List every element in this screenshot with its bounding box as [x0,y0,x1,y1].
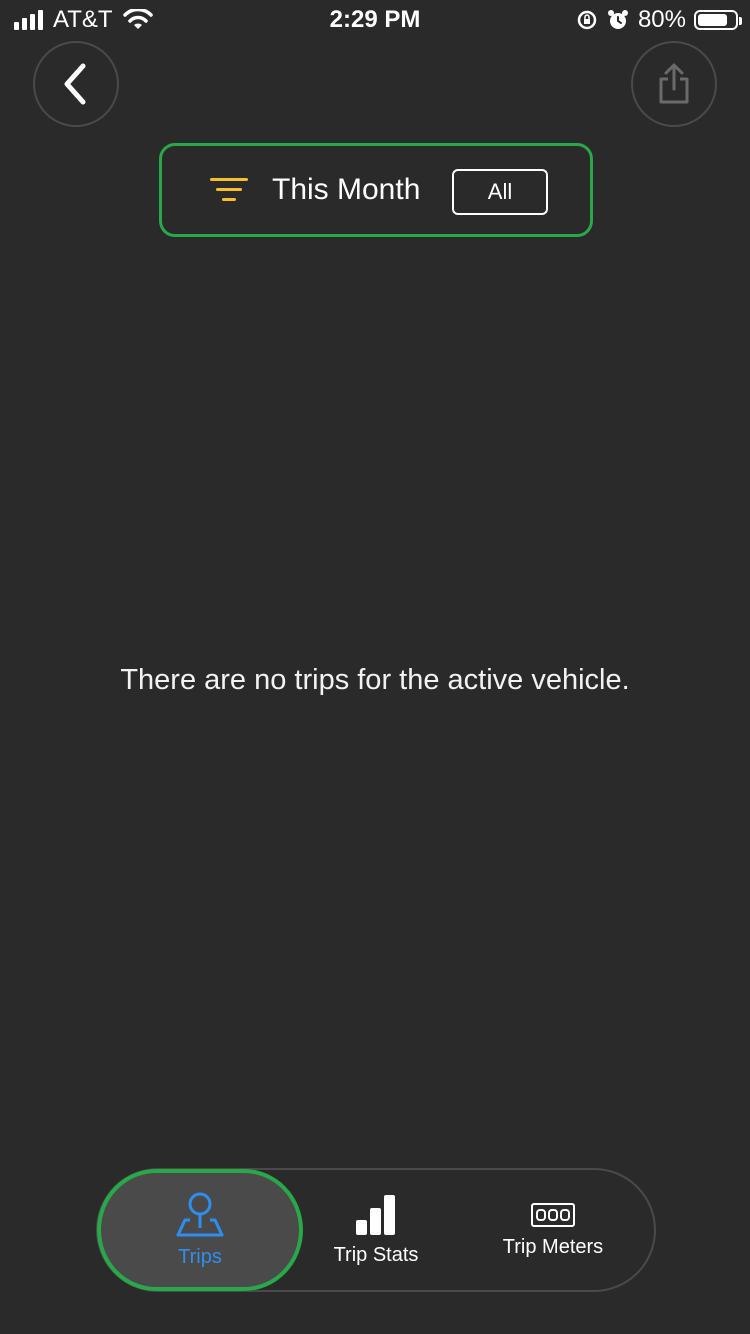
odometer-icon [531,1202,575,1227]
trips-screen: AT&T 2:29 PM 80% This Month All There ar… [0,0,750,1334]
period-label: This Month [272,173,421,206]
tab-trip-meters[interactable]: Trip Meters [458,1170,648,1290]
battery-icon [694,10,742,30]
share-icon [659,63,689,104]
status-right: 80% [576,6,742,34]
back-button[interactable] [33,41,119,127]
all-button[interactable]: All [452,169,548,215]
empty-state-message: There are no trips for the active vehicl… [120,664,630,696]
alarm-icon [607,10,628,29]
orientation-lock-icon [577,10,597,30]
filter-icon [210,178,248,202]
tab-trips-label: Trips [178,1245,222,1268]
status-bar: AT&T 2:29 PM 80% [0,0,750,40]
battery-percent: 80% [637,6,686,33]
trip-pin-icon [176,1192,224,1236]
share-button[interactable] [631,41,717,127]
battery-fill [698,14,727,26]
tab-trips[interactable]: Trips [97,1169,303,1291]
tab-trip-stats-label: Trip Stats [333,1243,419,1266]
tab-trip-meters-label: Trip Meters [502,1235,604,1258]
chevron-left-icon [64,63,86,105]
tab-trip-stats[interactable]: Trip Stats [286,1170,466,1290]
bar-chart-icon [356,1194,395,1235]
bottom-tab-bar: Trips Trip Stats Trip Meters [96,1168,656,1292]
filter-bar[interactable]: This Month All [159,143,593,237]
